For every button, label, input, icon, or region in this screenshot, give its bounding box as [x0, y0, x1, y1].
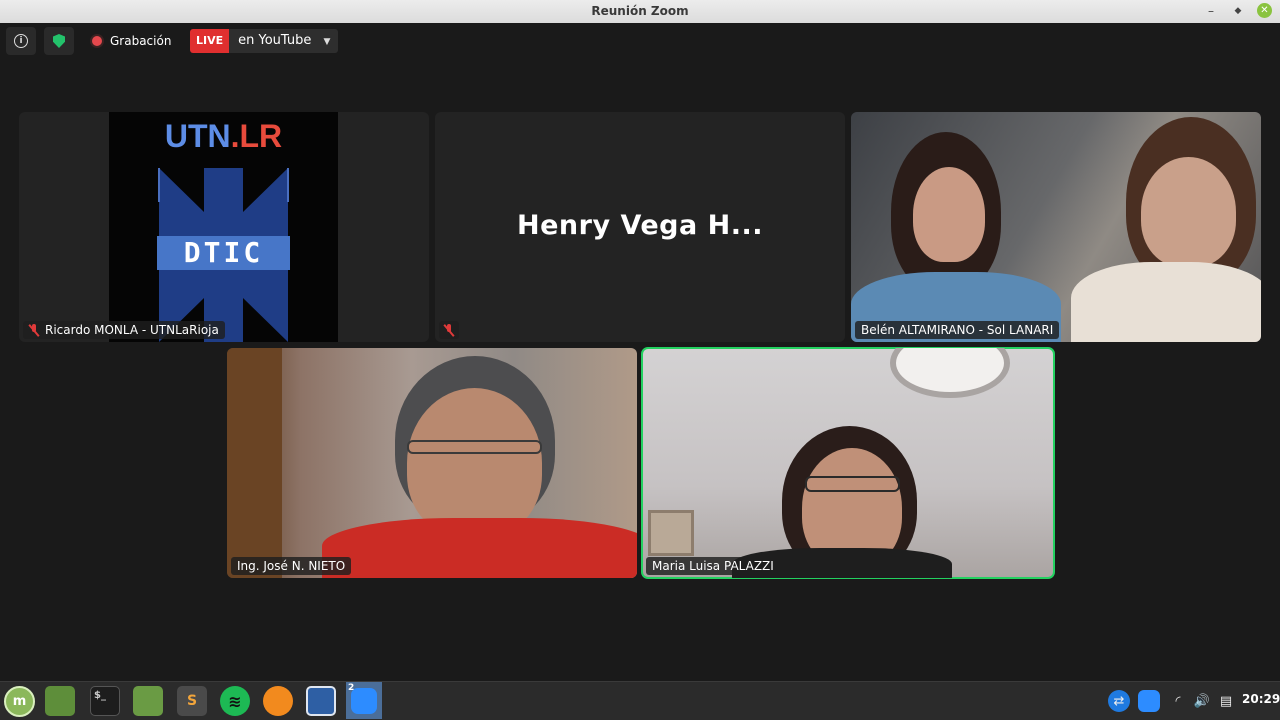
participant-name-label [439, 321, 459, 339]
recording-indicator[interactable]: Grabación [92, 31, 171, 51]
participant-name-label: Ricardo MONLA - UTNLaRioja [23, 321, 225, 339]
utn-logo: UTN.LR DTIC [109, 112, 338, 342]
spotify-icon[interactable]: ≋ [220, 686, 250, 716]
taskbar: m $_ S ≋ 2 ⇄ ◜ 🔊 ▤ 20:29 [0, 681, 1280, 720]
clock[interactable]: 20:29 [1242, 692, 1280, 706]
zoom-icon [351, 687, 377, 714]
recording-label: Grabación [110, 34, 172, 48]
close-button[interactable]: ✕ [1257, 3, 1272, 18]
logo-text-utn: UTN [164, 118, 231, 154]
participant-name: Ing. José N. NIETO [237, 559, 346, 573]
zoom-tray-icon[interactable] [1138, 690, 1160, 712]
zoom-taskbar-button[interactable]: 2 [346, 682, 382, 719]
files-icon[interactable] [133, 686, 163, 716]
mic-muted-icon [29, 324, 39, 336]
participant-display-name: Henry Vega H... [517, 210, 763, 241]
live-stream-dropdown[interactable]: LIVE en YouTube ▼ [190, 29, 339, 53]
terminal-icon[interactable]: $_ [90, 686, 120, 716]
meeting-toolbar: i Grabación LIVE en YouTube ▼ [0, 23, 1280, 59]
live-badge: LIVE [190, 29, 230, 53]
mint-menu-icon[interactable]: m [4, 686, 35, 717]
sublime-text-icon[interactable]: S [177, 686, 207, 716]
minimize-button[interactable]: – [1203, 3, 1219, 19]
video-feed [642, 348, 1054, 578]
stream-destination[interactable]: en YouTube ▼ [229, 29, 339, 53]
teamviewer-tray-icon[interactable]: ⇄ [1108, 690, 1130, 712]
volume-icon[interactable]: 🔊 [1192, 690, 1212, 712]
participant-name: Maria Luisa PALAZZI [652, 559, 774, 573]
participant-name-label: Maria Luisa PALAZZI [646, 557, 780, 575]
window-title: Reunión Zoom [591, 4, 689, 18]
screenshot-icon[interactable] [306, 686, 336, 716]
video-feed [851, 112, 1261, 342]
logo-wordmark: UTN.LR [109, 118, 338, 155]
maximize-button[interactable]: ◆ [1230, 3, 1246, 19]
encryption-button[interactable] [44, 27, 74, 55]
video-tile-henry[interactable]: Henry Vega H... [435, 112, 845, 342]
video-tile-belen-sol[interactable]: Belén ALTAMIRANO - Sol LANARI [851, 112, 1261, 342]
window-titlebar: Reunión Zoom – ◆ ✕ [0, 0, 1280, 24]
participant-name-label: Belén ALTAMIRANO - Sol LANARI [855, 321, 1060, 339]
zoom-window-count: 2 [348, 683, 355, 693]
clipboard-icon[interactable]: ▤ [1216, 690, 1236, 712]
participant-name: Ricardo MONLA - UTNLaRioja [45, 323, 219, 337]
video-tile-jose[interactable]: Ing. José N. NIETO [227, 348, 637, 578]
dtic-badge: DTIC [157, 236, 290, 270]
video-tile-maria-luisa[interactable]: Maria Luisa PALAZZI [641, 347, 1055, 579]
video-feed [227, 348, 637, 578]
caret-down-icon: ▼ [323, 37, 331, 47]
record-icon [92, 36, 102, 46]
logo-text-lr: .LR [230, 118, 283, 154]
mic-muted-icon [444, 324, 454, 336]
participant-name: Belén ALTAMIRANO - Sol LANARI [861, 323, 1054, 337]
meeting-info-button[interactable]: i [6, 27, 36, 55]
shield-icon [53, 34, 65, 48]
firefox-icon[interactable] [263, 686, 293, 716]
file-manager-icon[interactable] [45, 686, 75, 716]
video-tile-ricardo[interactable]: UTN.LR DTIC Ricardo MONLA - UTNLaRioja [19, 112, 429, 342]
info-icon: i [14, 34, 28, 48]
stream-label: en YouTube [238, 33, 312, 48]
wifi-icon[interactable]: ◜ [1168, 690, 1188, 712]
participant-name-label: Ing. José N. NIETO [231, 557, 352, 575]
